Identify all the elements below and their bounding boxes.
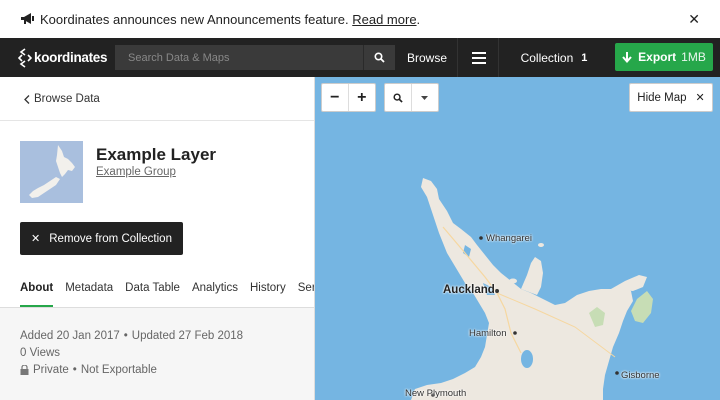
separator-dot: • (123, 330, 128, 342)
new-zealand-thumbnail-icon (29, 145, 75, 198)
added-date: Added 20 Jan 2017 (20, 330, 120, 342)
hamburger-icon (471, 51, 486, 64)
logo-icon (18, 47, 32, 68)
lock-icon (20, 365, 29, 375)
city-label-whangarei: Whangarei (486, 233, 532, 244)
tab-history[interactable]: History (250, 281, 286, 307)
layer-group-link[interactable]: Example Group (96, 166, 176, 178)
close-icon[interactable]: ✕ (688, 12, 700, 26)
browse-nav-link[interactable]: Browse (397, 38, 458, 77)
collection-nav-link[interactable]: Collection 1 (500, 38, 608, 77)
export-label: Export (638, 50, 677, 64)
layer-detail-panel: Browse Data Example Layer Example Group … (0, 77, 315, 400)
city-label-auckland: Auckland (443, 284, 495, 296)
hide-map-label: Hide Map (637, 91, 687, 104)
tab-about[interactable]: About (20, 281, 54, 307)
zoom-out-button[interactable]: − (322, 84, 349, 111)
about-section: Added 20 Jan 2017 • Updated 27 Feb 2018 0 … (0, 308, 314, 400)
access-info: Private • Not Exportable (20, 364, 157, 376)
zoom-controls: − + (321, 83, 376, 112)
tab-analytics[interactable]: Analytics (192, 281, 238, 307)
tab-services[interactable]: Servi (298, 281, 314, 307)
banner-suffix: . (416, 11, 421, 27)
megaphone-icon (21, 13, 34, 24)
banner-text: Koordinates announces new Announcements … (40, 11, 349, 27)
views-count: 0 Views (20, 347, 61, 359)
map-search-controls (384, 83, 439, 112)
tab-data-table[interactable]: Data Table (125, 281, 180, 307)
separator-dot: • (72, 364, 77, 376)
updated-date: Updated 27 Feb 2018 (131, 330, 244, 342)
chevron-left-icon (24, 94, 30, 104)
tab-metadata[interactable]: Metadata (65, 281, 113, 307)
close-icon: ✕ (31, 233, 41, 245)
map-view[interactable]: − + Hide Map ✕ Whangarei Auckland Hamilt… (315, 77, 720, 400)
export-button[interactable]: Export 1MB (615, 43, 713, 71)
layer-title: Example Layer (96, 145, 217, 164)
date-info: Added 20 Jan 2017 • Updated 27 Feb 2018 (20, 330, 243, 342)
breadcrumb-label: Browse Data (34, 93, 100, 105)
download-arrow-icon (622, 51, 632, 63)
layer-tabs: About Metadata Data Table Analytics Hist… (20, 281, 314, 307)
remove-label: Remove from Collection (49, 232, 172, 245)
menu-button[interactable] (459, 38, 499, 77)
layer-thumbnail (20, 141, 83, 203)
search-input[interactable] (115, 45, 363, 70)
logo-text: koordinates (34, 50, 108, 65)
hide-map-button[interactable]: Hide Map ✕ (629, 83, 713, 112)
privacy-status: Private (33, 364, 69, 376)
search-bar (115, 45, 395, 70)
announcement-banner: Koordinates announces new Announcements … (0, 0, 720, 38)
export-status: Not Exportable (80, 364, 157, 376)
read-more-link[interactable]: Read more (352, 12, 416, 27)
remove-from-collection-button[interactable]: ✕ Remove from Collection (20, 222, 183, 255)
search-icon (374, 52, 385, 63)
breadcrumb[interactable]: Browse Data (24, 93, 100, 105)
koordinates-logo[interactable]: koordinates (0, 38, 115, 77)
city-label-new-plymouth: New Plymouth (405, 388, 467, 399)
search-icon (393, 92, 403, 103)
divider (0, 120, 314, 121)
city-label-hamilton: Hamilton (469, 328, 507, 339)
caret-down-icon (421, 95, 429, 100)
search-button[interactable] (363, 45, 395, 70)
map-search-button[interactable] (385, 84, 412, 111)
collection-label: Collection (520, 50, 574, 65)
zoom-in-button[interactable]: + (349, 84, 375, 111)
collection-count-badge: 1 (581, 51, 588, 64)
close-icon: ✕ (695, 92, 705, 104)
export-size: 1MB (681, 50, 706, 64)
city-label-gisborne: Gisborne (621, 370, 660, 381)
top-nav: koordinates Browse Collection 1 Export 1… (0, 38, 720, 77)
map-search-dropdown[interactable] (412, 84, 438, 111)
